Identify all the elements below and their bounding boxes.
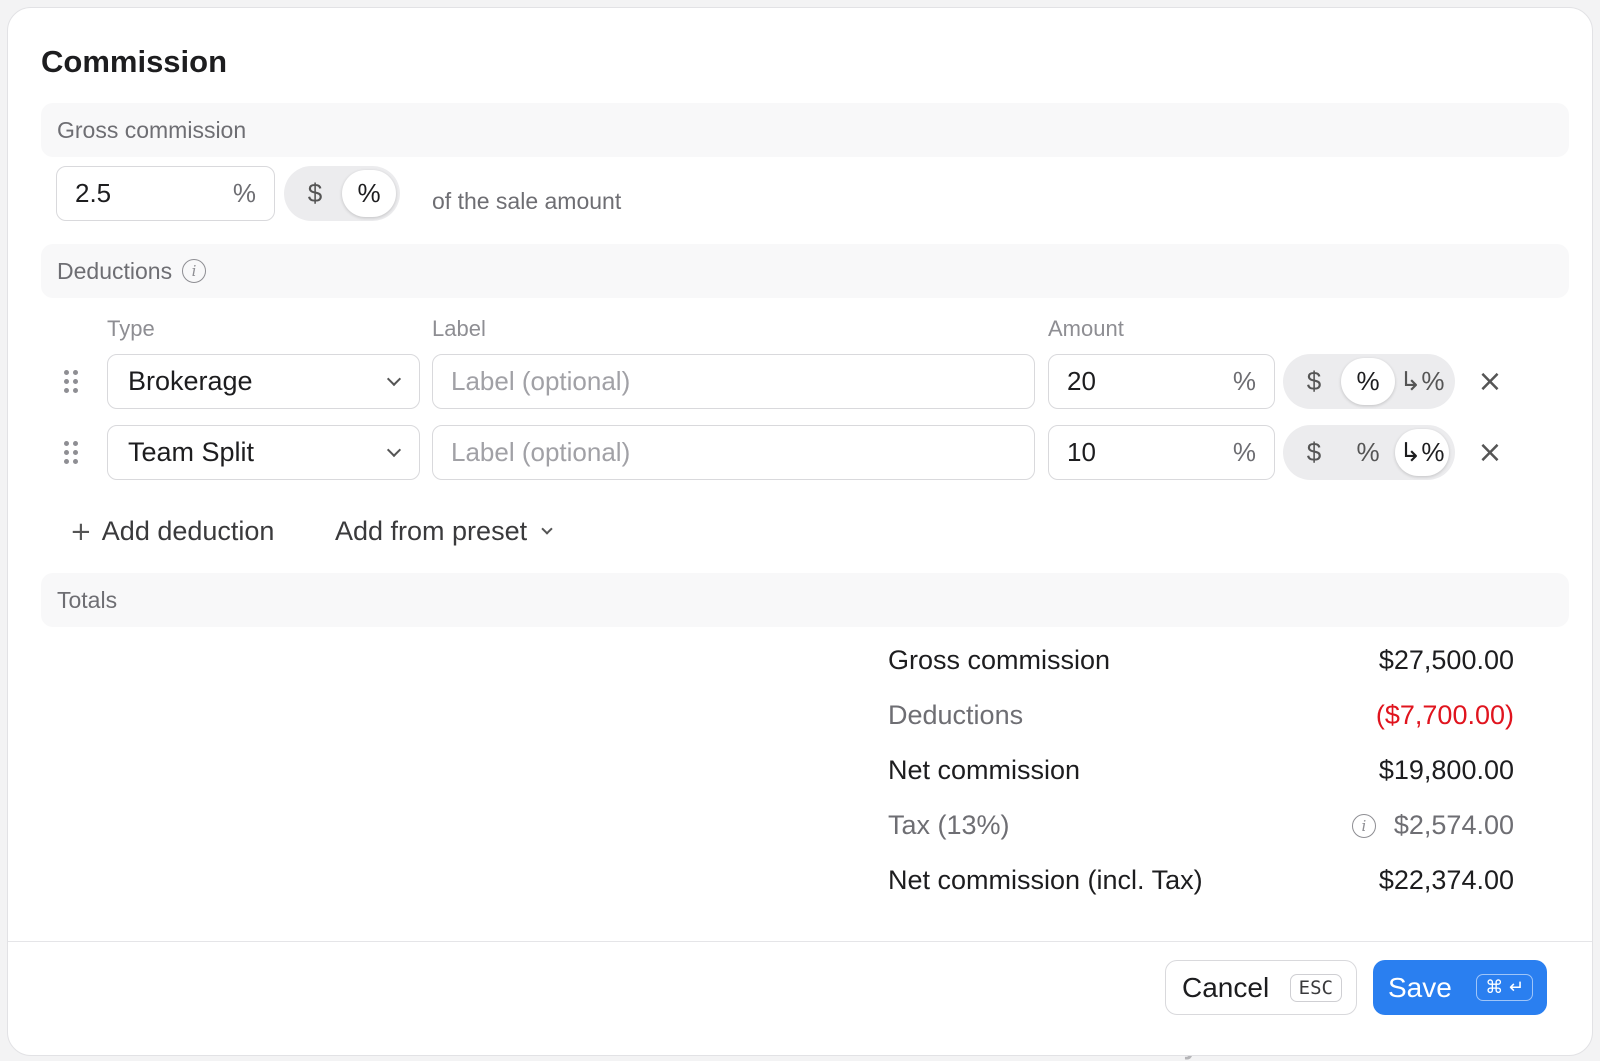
- input-value: 20: [1067, 366, 1096, 396]
- remove-deduction-close-icon[interactable]: ×: [1475, 364, 1505, 399]
- chevron-down-icon: [386, 442, 402, 457]
- total-row-net-incl-tax: Net commission (incl. Tax) $22,374.00: [888, 865, 1514, 896]
- remove-deduction-close-icon[interactable]: ×: [1475, 435, 1505, 470]
- total-value: $27,500.00: [1378, 645, 1514, 675]
- toggle-dollar[interactable]: $: [288, 170, 342, 217]
- info-icon[interactable]: i: [1351, 813, 1376, 838]
- cancel-label: Cancel: [1182, 971, 1270, 1003]
- save-button[interactable]: Save ⌘ ↵: [1373, 960, 1547, 1015]
- percent-suffix: %: [232, 178, 256, 208]
- section-label: Deductions: [57, 257, 173, 284]
- input-placeholder: Label (optional): [451, 366, 631, 396]
- gross-unit-toggle: $ %: [284, 166, 400, 221]
- total-row-net: Net commission $19,800.00: [888, 755, 1514, 786]
- toggle-percent-of-remainder[interactable]: ↳%: [1395, 358, 1449, 405]
- total-row-gross: Gross commission $27,500.00: [888, 645, 1514, 676]
- input-value: 2.5: [75, 178, 112, 208]
- tax-amount: $2,574.00: [1393, 810, 1514, 840]
- deduction-amount-input[interactable]: 20 %: [1048, 354, 1275, 409]
- deduction-type-select[interactable]: Brokerage: [107, 354, 420, 409]
- gross-commission-input[interactable]: 2.5 %: [56, 166, 275, 221]
- add-from-preset-label: Add from preset: [335, 516, 528, 546]
- toggle-percent[interactable]: %: [342, 170, 396, 217]
- total-value: i $2,574.00: [1351, 810, 1514, 841]
- toggle-percent-of-remainder[interactable]: ↳%: [1395, 429, 1449, 476]
- percent-suffix: %: [1232, 366, 1256, 396]
- select-value: Team Split: [128, 437, 255, 467]
- drag-handle-icon[interactable]: [64, 441, 78, 465]
- deduction-unit-toggle: $ % ↳%: [1283, 425, 1455, 480]
- toggle-dollar[interactable]: $: [1287, 358, 1341, 405]
- total-label: Gross commission: [888, 645, 1111, 675]
- totals-section-header: Totals: [41, 573, 1569, 627]
- deduction-label-input[interactable]: Label (optional): [432, 354, 1035, 409]
- esc-shortcut-badge: ESC: [1289, 973, 1342, 1002]
- total-value: $19,800.00: [1378, 755, 1514, 785]
- column-header-amount: Amount: [1048, 316, 1124, 341]
- drag-handle-icon[interactable]: [64, 370, 78, 394]
- total-value-negative: ($7,700.00): [1375, 700, 1514, 730]
- toggle-dollar[interactable]: $: [1287, 429, 1341, 476]
- gross-hint-text: of the sale amount: [432, 188, 622, 214]
- total-label: Tax (13%): [888, 810, 1010, 840]
- commission-dialog: Commission Gross commission 2.5 % $ % of…: [7, 7, 1593, 1056]
- total-label: Net commission: [888, 755, 1081, 785]
- chevron-down-icon: [541, 523, 553, 535]
- add-deduction-label: Add deduction: [101, 516, 275, 546]
- add-from-preset-button[interactable]: Add from preset: [335, 516, 553, 547]
- section-label: Gross commission: [57, 116, 247, 143]
- section-label: Totals: [57, 586, 118, 613]
- deduction-unit-toggle: $ % ↳%: [1283, 354, 1455, 409]
- total-label: Net commission (incl. Tax): [888, 865, 1203, 895]
- deductions-section-header: Deductions i: [41, 244, 1569, 298]
- deduction-label-input[interactable]: Label (optional): [432, 425, 1035, 480]
- info-icon[interactable]: i: [182, 259, 207, 283]
- plus-icon: +: [70, 516, 92, 547]
- dialog-title: Commission: [41, 44, 228, 79]
- deduction-amount-input[interactable]: 10 %: [1048, 425, 1275, 480]
- total-value: $22,374.00: [1378, 865, 1514, 895]
- percent-suffix: %: [1232, 437, 1256, 467]
- input-value: 10: [1067, 437, 1096, 467]
- add-deduction-button[interactable]: + Add deduction: [70, 516, 274, 547]
- select-value: Brokerage: [128, 366, 253, 396]
- chevron-down-icon: [386, 371, 402, 386]
- toggle-percent[interactable]: %: [1341, 429, 1395, 476]
- total-row-deductions: Deductions ($7,700.00): [888, 700, 1514, 731]
- total-label: Deductions: [888, 700, 1024, 730]
- cancel-button[interactable]: Cancel ESC: [1165, 960, 1357, 1015]
- total-row-tax: Tax (13%) i $2,574.00: [888, 810, 1514, 841]
- column-header-label: Label: [432, 316, 486, 341]
- column-header-type: Type: [107, 316, 155, 341]
- toggle-percent[interactable]: %: [1341, 358, 1395, 405]
- cmd-enter-shortcut-badge: ⌘ ↵: [1476, 974, 1533, 1001]
- input-placeholder: Label (optional): [451, 437, 631, 467]
- gross-commission-section-header: Gross commission: [41, 103, 1569, 157]
- deduction-type-select[interactable]: Team Split: [107, 425, 420, 480]
- save-label: Save: [1388, 971, 1452, 1003]
